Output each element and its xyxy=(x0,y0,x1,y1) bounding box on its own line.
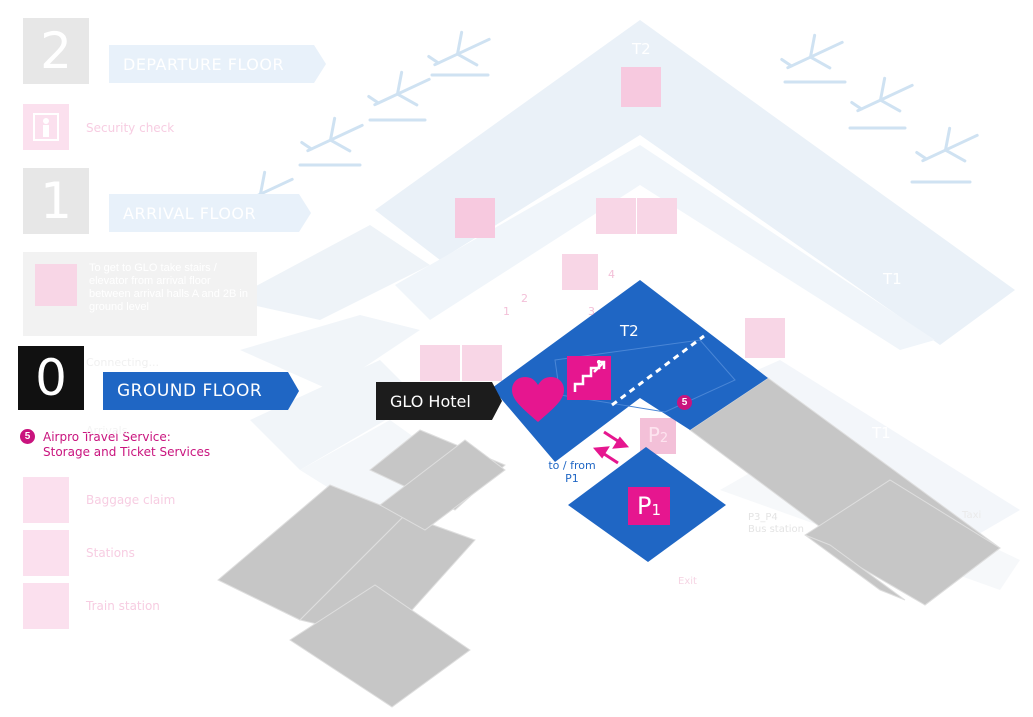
floor-0-number[interactable]: 0 xyxy=(18,346,84,410)
faded-number: 4 xyxy=(608,268,615,281)
faded-number: 2 xyxy=(521,292,528,305)
baggage-claim-icon xyxy=(420,345,460,381)
p1-parking-sign: P1 xyxy=(628,487,670,525)
faded-p3-text: P3_P4 xyxy=(748,512,778,523)
train-icon xyxy=(23,583,69,629)
faded-number: 1 xyxy=(503,305,510,318)
security-check-icon xyxy=(621,67,661,107)
airpro-badge-legend: 5 xyxy=(20,429,35,444)
terminal-label-t1-lower: T1 xyxy=(872,424,891,442)
airpro-badge-map: 5 xyxy=(677,395,692,410)
baggage-claim-icon xyxy=(23,477,69,523)
arrival-floor-tag[interactable]: ARRIVAL FLOOR xyxy=(109,194,311,232)
ground-floor-tag[interactable]: GROUND FLOOR xyxy=(103,372,299,410)
stairs-icon xyxy=(567,356,611,400)
p2-parking-sign: P2 xyxy=(640,418,676,452)
airpro-subtitle: Storage and Ticket Services xyxy=(43,445,211,459)
terminal-label-t2-mid: T2 xyxy=(665,272,684,290)
floor-1-number[interactable]: 1 xyxy=(23,168,89,234)
faded-bus-text: Bus station xyxy=(748,524,805,535)
floor-2-number[interactable]: 2 xyxy=(23,18,89,84)
stairs-icon xyxy=(562,254,598,290)
train-icon xyxy=(745,318,785,358)
terminal-label-t2: T2 xyxy=(620,322,639,340)
security-check-icon xyxy=(455,198,495,238)
faded-bus-label: P3_P4 Bus station xyxy=(748,512,804,536)
faded-note-text: To get to GLO take stairs / elevator fro… xyxy=(89,262,248,313)
terminal-label-t2-top: T2 xyxy=(632,40,651,58)
security-check-icon xyxy=(23,104,69,150)
to-from-text: to / from xyxy=(548,459,596,472)
faded-legend-line-2: Arrivals... xyxy=(86,424,138,437)
departure-floor-tag[interactable]: DEPARTURE FLOOR xyxy=(109,45,326,83)
faded-exit-label: Exit xyxy=(678,576,697,587)
faded-legend-line: Connecting... xyxy=(86,356,159,369)
p2-letter: P xyxy=(647,423,660,447)
stairs-icon xyxy=(35,264,77,306)
p1-letter: P xyxy=(636,492,652,520)
terminal-label-t1-upper: T1 xyxy=(883,270,902,288)
to-from-p1-label: to / from P1 xyxy=(540,459,604,485)
faded-taxi-label: Taxi xyxy=(962,510,982,521)
p2-number: 2 xyxy=(659,430,669,446)
faded-note-box: To get to GLO take stairs / elevator fro… xyxy=(23,252,257,336)
station-icon xyxy=(462,345,502,381)
faded-number: 3 xyxy=(588,305,595,318)
baggage-claim-icon xyxy=(596,198,636,234)
glo-hotel-callout[interactable]: GLO Hotel xyxy=(376,382,502,420)
to-from-p1-text: P1 xyxy=(565,472,579,485)
stations-label: Stations xyxy=(86,546,135,560)
stations-icon xyxy=(23,530,69,576)
baggage-claim-label: Baggage claim xyxy=(86,493,176,507)
train-station-label: Train station xyxy=(86,599,160,613)
station-icon xyxy=(637,198,677,234)
p1-number: 1 xyxy=(651,501,662,519)
security-check-label: Security check xyxy=(86,121,175,135)
